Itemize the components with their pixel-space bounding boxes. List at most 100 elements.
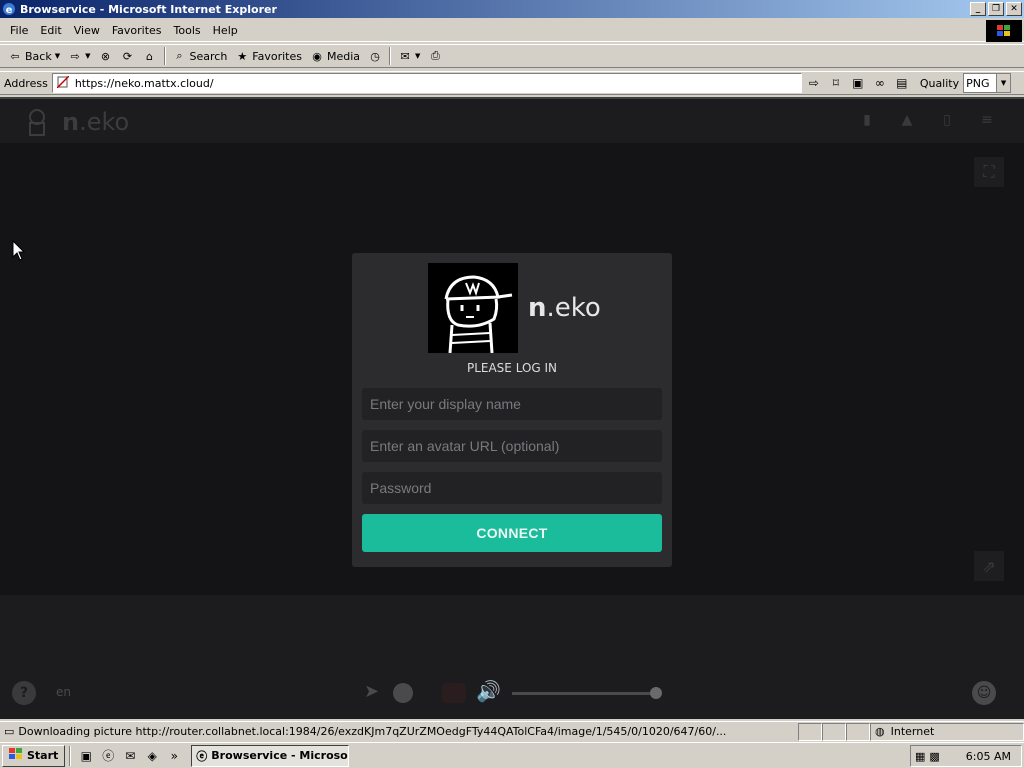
menu-file[interactable]: File (4, 24, 34, 37)
channels-icon[interactable]: ◈ (143, 747, 161, 765)
floppy-icon: ▣ (852, 76, 864, 90)
favorites-label: Favorites (252, 49, 302, 63)
forward-button[interactable]: ⇨ ▼ (64, 46, 94, 66)
menu-edit[interactable]: Edit (34, 24, 67, 37)
volume-icon[interactable]: 🔊 (476, 679, 501, 703)
zone-label: Internet (890, 725, 935, 738)
status-bar: ▭ Downloading picture http://router.coll… (0, 721, 1024, 741)
emoji-button[interactable]: ☺ (972, 681, 996, 705)
lock-icon[interactable]: ▲ (898, 111, 916, 129)
brand-bold: n (62, 108, 80, 136)
back-button[interactable]: ⇦ Back ▼ (4, 46, 64, 66)
taskbar: Start ▣ ⓔ ✉ ◈ » ⓔ Browservice - Microso.… (0, 742, 1024, 768)
desktop-icon[interactable]: ▣ (77, 747, 95, 765)
bookmark-icon: ⌑ (832, 76, 839, 90)
save-button[interactable]: ▣ (848, 73, 868, 93)
stop-icon: ⊗ (100, 49, 111, 63)
login-modal: n.eko PLEASE LOG IN Enter your display n… (352, 253, 672, 567)
search-icon: ⌕ (176, 49, 183, 62)
refresh-button[interactable]: ⟳ (117, 46, 139, 66)
ie-quicklaunch-icon[interactable]: ⓔ (99, 747, 117, 765)
fullscreen-icon: ⛶ (983, 162, 995, 181)
chevron-down-icon[interactable]: ▼ (55, 52, 60, 60)
mail-icon: ✉ (400, 49, 410, 63)
file-icon[interactable]: ▯ (938, 111, 956, 129)
mail-button[interactable]: ✉ ▼ (394, 46, 424, 66)
clipboard-button[interactable]: ▤ (892, 73, 912, 93)
status-pane (846, 722, 870, 741)
neko-logo-icon (29, 109, 45, 136)
avatar-url-input[interactable]: Enter an avatar URL (optional) (362, 430, 662, 462)
external-link-icon: ⇗ (982, 556, 996, 576)
menu-help[interactable]: Help (207, 24, 244, 37)
volume-fill (512, 692, 656, 695)
window-titlebar[interactable]: e Browservice - Microsoft Internet Explo… (0, 0, 1024, 18)
clock[interactable]: 6:05 AM (966, 750, 1011, 763)
minimize-button[interactable]: _ (970, 2, 986, 16)
restore-icon: ❐ (991, 3, 1001, 14)
password-input[interactable]: Password (362, 472, 662, 504)
chevron-down-icon[interactable]: ▼ (85, 52, 90, 60)
search-button[interactable]: ⌕ Search (169, 46, 232, 66)
volume-knob[interactable] (650, 687, 662, 699)
minimize-icon: _ (975, 3, 981, 14)
system-tray: ▦ ▩ 6:05 AM (910, 745, 1022, 767)
binoculars-icon: ∞ (874, 76, 885, 90)
toolbar-separator (389, 47, 392, 65)
task-label: Browservice - Microso... (211, 749, 350, 762)
close-icon: ✕ (1010, 3, 1018, 14)
fullscreen-button[interactable]: ⛶ (974, 157, 1004, 187)
address-input[interactable]: https://neko.mattx.cloud/ (51, 73, 802, 93)
media-button[interactable]: ◉ Media (306, 46, 364, 66)
chevron-down-icon: ▼ (996, 74, 1011, 92)
address-label: Address (4, 76, 48, 90)
quality-value: PNG (966, 76, 990, 90)
back-label: Back (25, 49, 52, 63)
play-button[interactable] (442, 683, 466, 703)
connect-button[interactable]: CONNECT (362, 514, 662, 552)
network-icon[interactable]: ▦ (915, 750, 925, 763)
start-button[interactable]: Start (2, 744, 66, 767)
history-icon: ◷ (370, 49, 380, 63)
windows-flag-icon (9, 748, 23, 763)
page-viewport: n.eko ▮ ▲ ▯ ≡ ⛶ ⇗ n.eko PLEASE LOG IN En… (0, 97, 1024, 719)
standard-toolbar: ⇦ Back ▼ ⇨ ▼ ⊗ ⟳ ⌂ ⌕ Search ★ Favorites … (0, 44, 1024, 68)
menu-favorites[interactable]: Favorites (106, 24, 168, 37)
help-button[interactable]: ? (12, 681, 36, 705)
volume-slider[interactable] (512, 692, 656, 695)
clipboard-icon[interactable]: ▮ (858, 111, 876, 129)
display-name-input[interactable]: Enter your display name (362, 388, 662, 420)
quality-select[interactable]: PNG ▼ (963, 73, 1012, 93)
outlook-icon[interactable]: ✉ (121, 747, 139, 765)
cursor-icon[interactable]: ➤ (364, 681, 379, 702)
go-button[interactable]: ⇨ (804, 73, 824, 93)
back-arrow-icon: ⇦ (10, 49, 20, 63)
page-icon (56, 74, 70, 91)
chevron-down-icon[interactable]: ▼ (415, 52, 420, 60)
find-button[interactable]: ∞ (870, 73, 890, 93)
bookmark-button[interactable]: ⌑ (826, 73, 846, 93)
menu-icon[interactable]: ≡ (978, 111, 996, 129)
refresh-icon: ⟳ (122, 49, 133, 63)
start-label: Start (27, 749, 59, 762)
quality-control: Quality PNG ▼ (920, 73, 1012, 93)
status-pane (822, 722, 846, 741)
tray-app-icon[interactable]: ▩ (929, 750, 939, 763)
search-label: Search (189, 49, 228, 63)
close-button[interactable]: ✕ (1006, 2, 1022, 16)
keyboard-lock-icon[interactable] (393, 683, 413, 703)
more-quicklaunch-icon[interactable]: » (165, 747, 183, 765)
history-button[interactable]: ◷ (364, 46, 386, 66)
taskbar-window-button[interactable]: ⓔ Browservice - Microso... (191, 744, 350, 767)
print-button[interactable]: ⎙ (424, 46, 446, 66)
menu-tools[interactable]: Tools (168, 24, 207, 37)
home-button[interactable]: ⌂ (139, 46, 161, 66)
menu-view[interactable]: View (68, 24, 106, 37)
language-selector[interactable]: en (56, 685, 71, 699)
stop-button[interactable]: ⊗ (95, 46, 117, 66)
control-bar: ? en ➤ 🔊 ☺ (0, 595, 1024, 719)
media-label: Media (327, 49, 361, 63)
popout-button[interactable]: ⇗ (974, 551, 1004, 581)
favorites-button[interactable]: ★ Favorites (231, 46, 306, 66)
maximize-button[interactable]: ❐ (988, 2, 1004, 16)
